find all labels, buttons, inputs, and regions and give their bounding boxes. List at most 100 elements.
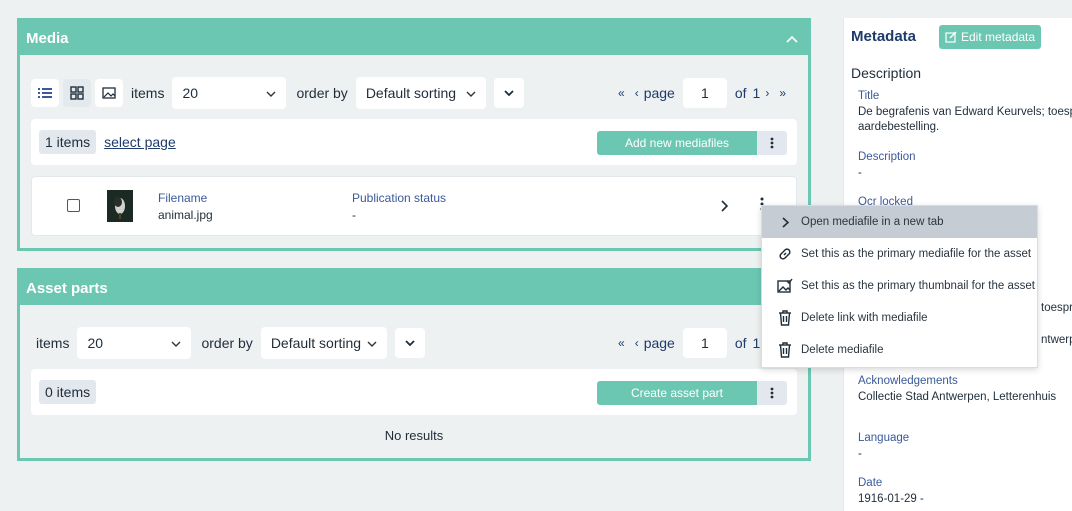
publication-status-label: Publication status bbox=[352, 191, 447, 205]
page-input[interactable]: 1 bbox=[682, 78, 727, 108]
menu-item-label: Delete link with mediafile bbox=[801, 312, 928, 324]
order-by-select[interactable]: Default sorting bbox=[355, 77, 486, 109]
total-pages: 1 bbox=[752, 85, 761, 101]
asset-parts-toolbar: items 20 order by Default sorting bbox=[32, 327, 425, 359]
items-per-page-select[interactable]: 20 bbox=[77, 327, 192, 359]
date-label: Date bbox=[858, 477, 883, 489]
add-mediafiles-button[interactable]: Add new mediafiles bbox=[597, 131, 757, 155]
media-panel-title: Media bbox=[26, 29, 69, 47]
title-field: Title De begrafenis van Edward Keurvels;… bbox=[858, 90, 1072, 135]
asset-parts-more-options-button[interactable] bbox=[757, 381, 787, 405]
menu-item-set-primary-thumbnail[interactable]: Set this as the primary thumbnail for th… bbox=[762, 270, 1037, 302]
list-view-button[interactable] bbox=[31, 79, 59, 107]
more-vertical-icon bbox=[770, 137, 774, 149]
metadata-title: Metadata bbox=[851, 28, 917, 45]
edit-metadata-label: Edit metadata bbox=[961, 30, 1036, 44]
filename-label: Filename bbox=[158, 191, 208, 205]
items-count-badge: 1 items bbox=[39, 130, 97, 154]
image-check-icon bbox=[776, 278, 794, 294]
grid-view-button[interactable] bbox=[63, 79, 91, 107]
hidden-field-tail-2: ntwerpe bbox=[1041, 334, 1072, 346]
edit-metadata-button[interactable]: Edit metadata bbox=[939, 25, 1042, 49]
menu-item-delete-link[interactable]: Delete link with mediafile bbox=[762, 302, 1037, 334]
asset-parts-header[interactable]: Asset parts bbox=[20, 271, 808, 305]
media-more-options-button[interactable] bbox=[757, 131, 787, 155]
page-label: page bbox=[643, 85, 675, 101]
total-pages: 1 bbox=[752, 335, 761, 351]
order-by-label: order by bbox=[296, 85, 348, 101]
description-field: Description - bbox=[858, 151, 916, 181]
title-label: Title bbox=[858, 90, 880, 102]
chevron-right-icon[interactable] bbox=[720, 199, 729, 217]
menu-item-open-new-tab[interactable]: Open mediafile in a new tab bbox=[762, 206, 1037, 238]
prev-page-icon[interactable]: ‹ bbox=[635, 86, 639, 100]
menu-item-label: Set this as the primary mediafile for th… bbox=[801, 248, 1032, 260]
edit-icon bbox=[945, 31, 957, 43]
publication-status-field: Publication status - bbox=[352, 191, 446, 222]
items-label: items bbox=[131, 85, 165, 101]
publication-status-value: - bbox=[352, 208, 356, 222]
menu-item-set-primary-mediafile[interactable]: Set this as the primary mediafile for th… bbox=[762, 238, 1037, 270]
chevron-down-icon bbox=[405, 340, 415, 346]
select-page-link[interactable]: select page bbox=[104, 134, 176, 150]
hidden-field-tail-1: toespra bbox=[1041, 302, 1072, 314]
of-label: of bbox=[734, 335, 747, 351]
title-value-line2: aardebestelling. bbox=[858, 121, 940, 133]
mediafile-row[interactable]: Filename animal.jpg Publication status - bbox=[31, 176, 797, 236]
no-results-text: No results bbox=[384, 428, 444, 443]
prev-page-icon[interactable]: ‹ bbox=[635, 336, 639, 350]
acknowledgements-value: Collectie Stad Antwerpen, Letterenhuis bbox=[858, 391, 1057, 403]
language-label: Language bbox=[858, 432, 910, 444]
chevron-down-icon bbox=[466, 86, 476, 100]
asset-parts-title: Asset parts bbox=[26, 279, 108, 297]
sort-direction-button[interactable] bbox=[394, 328, 425, 358]
items-per-page-select[interactable]: 20 bbox=[172, 77, 287, 109]
description-section-title: Description bbox=[851, 65, 922, 81]
trash-icon bbox=[776, 342, 794, 358]
language-value: - bbox=[858, 448, 862, 460]
language-field: Language - bbox=[858, 432, 909, 462]
description-value: - bbox=[858, 167, 862, 179]
chevron-up-icon[interactable] bbox=[786, 30, 798, 46]
page-input[interactable]: 1 bbox=[682, 328, 727, 358]
acknowledgements-field: Acknowledgements Collectie Stad Antwerpe… bbox=[858, 375, 1056, 405]
filename-field: Filename animal.jpg bbox=[158, 191, 213, 222]
image-icon bbox=[102, 87, 116, 99]
items-per-page-value: 20 bbox=[182, 85, 199, 101]
acknowledgements-label: Acknowledgements bbox=[858, 375, 958, 387]
media-panel-header[interactable]: Media bbox=[20, 21, 808, 55]
order-by-value: Default sorting bbox=[365, 85, 457, 101]
chevron-down-icon bbox=[266, 86, 276, 100]
description-label: Description bbox=[858, 151, 916, 163]
grid-icon bbox=[70, 86, 84, 100]
menu-item-label: Delete mediafile bbox=[801, 344, 884, 356]
first-page-icon[interactable]: « bbox=[618, 86, 625, 100]
date-value: 1916-01-29 - bbox=[858, 493, 924, 505]
more-vertical-icon bbox=[770, 387, 774, 399]
media-pager: « ‹ page 1 of 1 › » bbox=[613, 78, 791, 108]
first-page-icon[interactable]: « bbox=[618, 336, 625, 350]
page-label: page bbox=[643, 335, 675, 351]
chevron-right-icon bbox=[776, 216, 794, 228]
items-per-page-value: 20 bbox=[87, 335, 104, 351]
menu-item-delete-mediafile[interactable]: Delete mediafile bbox=[762, 334, 1037, 366]
last-page-icon[interactable]: » bbox=[779, 86, 786, 100]
filename-value: animal.jpg bbox=[158, 208, 213, 222]
list-icon bbox=[38, 88, 52, 98]
mediafile-context-menu: Open mediafile in a new tab Set this as … bbox=[761, 205, 1038, 368]
row-checkbox[interactable] bbox=[67, 199, 80, 212]
order-by-select[interactable]: Default sorting bbox=[260, 327, 387, 359]
title-value-line1: De begrafenis van Edward Keurvels; toesp… bbox=[858, 106, 1072, 118]
media-toolbar: items 20 order by Default sorting bbox=[31, 77, 524, 109]
mediafile-thumbnail[interactable] bbox=[107, 190, 133, 222]
asset-parts-pager: « ‹ page 1 of 1 bbox=[613, 328, 760, 358]
create-asset-part-button[interactable]: Create asset part bbox=[597, 381, 757, 405]
menu-item-label: Open mediafile in a new tab bbox=[801, 216, 944, 228]
trash-icon bbox=[776, 310, 794, 326]
date-field: Date 1916-01-29 - bbox=[858, 477, 924, 507]
link-icon bbox=[776, 246, 794, 262]
next-page-icon[interactable]: › bbox=[765, 86, 769, 100]
sort-direction-button[interactable] bbox=[493, 78, 524, 108]
media-view-button[interactable] bbox=[95, 79, 123, 107]
chevron-down-icon bbox=[367, 336, 377, 350]
